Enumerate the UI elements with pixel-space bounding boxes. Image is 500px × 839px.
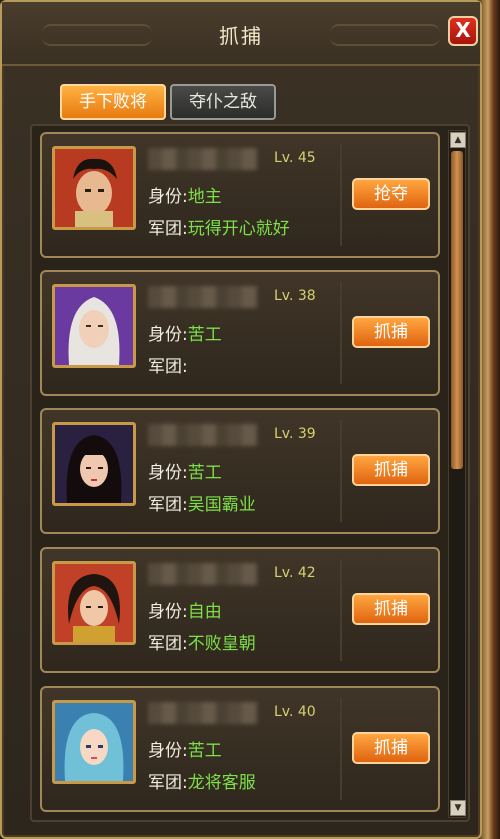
legion-row: 军团:玩得开心就好 bbox=[148, 214, 290, 239]
player-level: Lv. 38 bbox=[274, 288, 316, 304]
tab-defeated-opponents[interactable]: 手下败将 bbox=[60, 84, 166, 120]
legion-label: 军团: bbox=[148, 634, 188, 654]
list-item: Lv. 45 身份:地主 军团:玩得开心就好 抢夺 bbox=[40, 132, 440, 258]
identity-row: 身份:苦工 bbox=[148, 736, 222, 761]
player-name-blurred bbox=[148, 286, 258, 308]
legion-label: 军团: bbox=[148, 773, 188, 793]
list-item: Lv. 39 身份:苦工 军团:吴国霸业 抓捕 bbox=[40, 408, 440, 534]
identity-label: 身份: bbox=[148, 602, 188, 622]
player-name-blurred bbox=[148, 563, 258, 585]
identity-row: 身份:苦工 bbox=[148, 458, 222, 483]
identity-row: 身份:自由 bbox=[148, 597, 222, 622]
legion-value: 不败皇朝 bbox=[187, 634, 256, 654]
blue-hair-lady-portrait bbox=[52, 700, 136, 784]
list-scrollbar[interactable]: ▲ ▼ bbox=[448, 130, 466, 818]
capture-dialog: 抓捕 X 手下败将 夺仆之敌 Lv. 45 身份:地主 军团:玩得开心就好 抢夺 bbox=[0, 0, 482, 839]
tab-servant-thieves[interactable]: 夺仆之敌 bbox=[170, 84, 276, 120]
player-level: Lv. 40 bbox=[274, 704, 316, 720]
red-warrior-lady-portrait bbox=[52, 561, 136, 645]
identity-value: 苦工 bbox=[187, 741, 222, 761]
legion-label: 军团: bbox=[148, 495, 188, 515]
scroll-down-arrow-icon[interactable]: ▼ bbox=[450, 800, 466, 816]
card-divider bbox=[340, 559, 342, 661]
legion-row: 军团:不败皇朝 bbox=[148, 629, 256, 654]
legion-row: 军团:龙将客服 bbox=[148, 768, 256, 793]
player-name-blurred bbox=[148, 424, 258, 446]
capture-button[interactable]: 抓捕 bbox=[352, 593, 430, 625]
identity-label: 身份: bbox=[148, 741, 188, 761]
list-item: Lv. 38 身份:苦工 军团: 抓捕 bbox=[40, 270, 440, 396]
legion-label: 军团: bbox=[148, 357, 188, 377]
legion-value: 龙将客服 bbox=[187, 773, 256, 793]
player-name-blurred bbox=[148, 702, 258, 724]
list-item: Lv. 42 身份:自由 军团:不败皇朝 抓捕 bbox=[40, 547, 440, 673]
identity-value: 苦工 bbox=[187, 325, 222, 345]
identity-label: 身份: bbox=[148, 187, 188, 207]
capture-button[interactable]: 抓捕 bbox=[352, 732, 430, 764]
card-divider bbox=[340, 420, 342, 522]
scrollbar-thumb[interactable] bbox=[451, 151, 463, 469]
card-divider bbox=[340, 698, 342, 800]
player-level: Lv. 45 bbox=[274, 150, 316, 166]
white-hair-sage-portrait bbox=[52, 284, 136, 368]
legion-row: 军团:吴国霸业 bbox=[148, 490, 256, 515]
close-button[interactable]: X bbox=[448, 16, 478, 46]
capture-button[interactable]: 抓捕 bbox=[352, 454, 430, 486]
card-divider bbox=[340, 282, 342, 384]
player-level: Lv. 39 bbox=[274, 426, 316, 442]
warrior-red-portrait bbox=[52, 146, 136, 230]
identity-value: 自由 bbox=[187, 602, 222, 622]
list-item: Lv. 40 身份:苦工 军团:龙将客服 抓捕 bbox=[40, 686, 440, 812]
dark-hair-lady-portrait bbox=[52, 422, 136, 506]
player-name-blurred bbox=[148, 148, 258, 170]
player-level: Lv. 42 bbox=[274, 565, 316, 581]
legion-row: 军团: bbox=[148, 352, 188, 377]
identity-value: 苦工 bbox=[187, 463, 222, 483]
legion-value: 玩得开心就好 bbox=[187, 219, 290, 239]
identity-value: 地主 bbox=[187, 187, 222, 207]
title-bar: 抓捕 bbox=[2, 2, 480, 66]
legion-value: 吴国霸业 bbox=[187, 495, 256, 515]
identity-label: 身份: bbox=[148, 463, 188, 483]
legion-label: 军团: bbox=[148, 219, 188, 239]
seize-button[interactable]: 抢夺 bbox=[352, 178, 430, 210]
identity-row: 身份:苦工 bbox=[148, 320, 222, 345]
identity-label: 身份: bbox=[148, 325, 188, 345]
capture-button[interactable]: 抓捕 bbox=[352, 316, 430, 348]
card-divider bbox=[340, 144, 342, 246]
dialog-title: 抓捕 bbox=[219, 24, 263, 48]
identity-row: 身份:地主 bbox=[148, 182, 222, 207]
scroll-up-arrow-icon[interactable]: ▲ bbox=[450, 132, 466, 148]
